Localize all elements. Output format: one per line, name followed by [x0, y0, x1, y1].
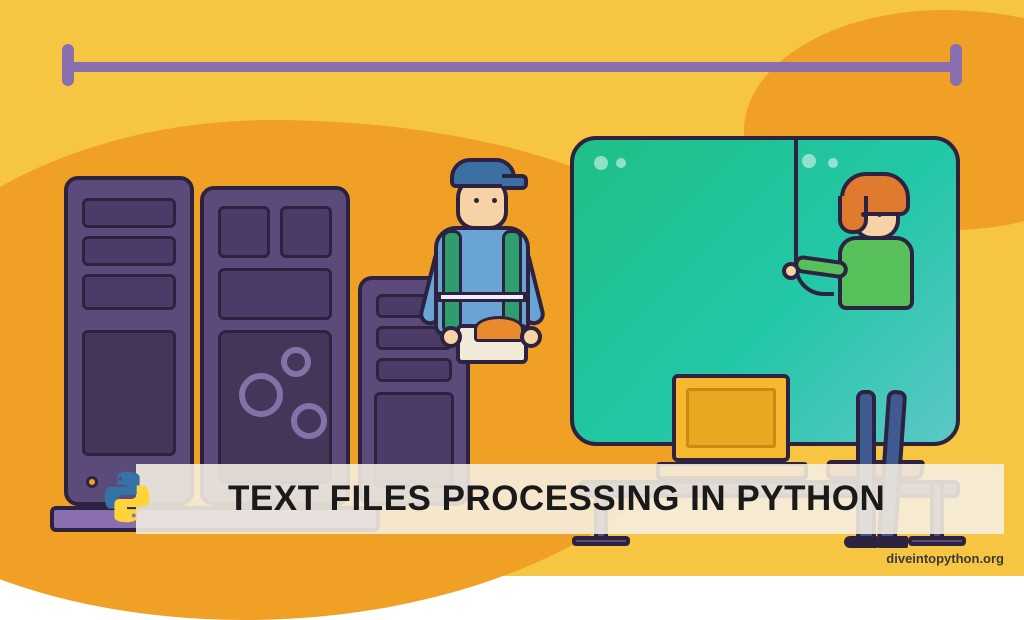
- title-banner: TEXT FILES PROCESSING IN PYTHON: [136, 464, 1004, 534]
- desk-foot: [908, 536, 966, 546]
- eye: [861, 212, 866, 217]
- person-hair: [840, 172, 910, 216]
- hero-illustration: TEXT FILES PROCESSING IN PYTHON diveinto…: [0, 0, 1024, 576]
- server-tower: [64, 176, 194, 506]
- desk-foot: [572, 536, 630, 546]
- worker-hand: [440, 326, 462, 348]
- person-hand: [782, 262, 800, 280]
- carry-box: [456, 324, 528, 364]
- worker-belt: [438, 292, 526, 302]
- laptop-screen: [672, 374, 790, 462]
- eye: [492, 198, 497, 203]
- python-logo-icon: [96, 466, 158, 528]
- page-title: TEXT FILES PROCESSING IN PYTHON: [228, 479, 885, 519]
- worker-cap: [450, 158, 516, 188]
- rail-end: [62, 44, 74, 86]
- credit-text: diveintopython.org: [886, 551, 1004, 566]
- worker-hand: [520, 326, 542, 348]
- top-rail: [64, 62, 960, 72]
- person-foot: [874, 536, 908, 548]
- eye: [877, 212, 882, 217]
- person-foot: [844, 536, 878, 548]
- server-tower: [200, 186, 350, 506]
- person-torso: [838, 236, 914, 310]
- worker-overall: [442, 230, 462, 334]
- rail-end: [950, 44, 962, 86]
- eye: [474, 198, 479, 203]
